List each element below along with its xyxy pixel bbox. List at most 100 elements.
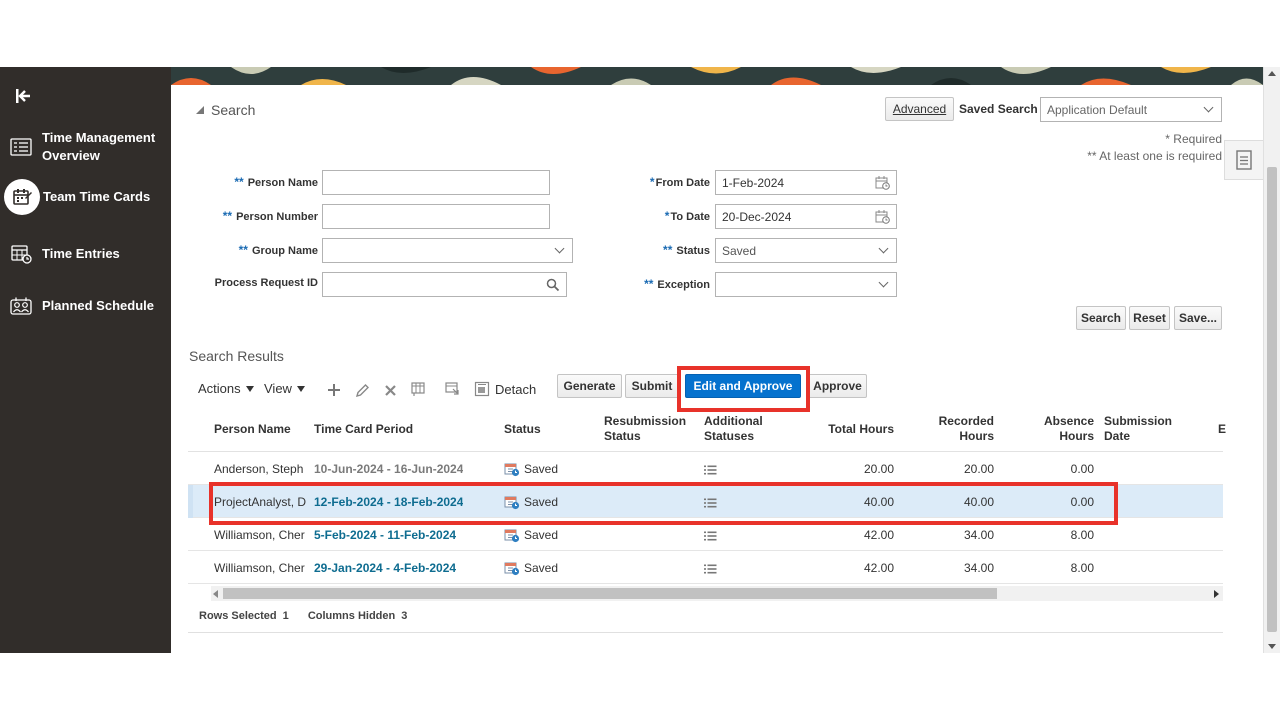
view-label: View <box>264 381 292 396</box>
cell-person-name: Williamson, Cher <box>214 527 305 542</box>
col-resubmission-status[interactable]: Resubmission Status <box>604 414 686 444</box>
sidebar-item-time-entries[interactable]: Time Entries <box>0 243 171 265</box>
sidebar-item-time-management-overview[interactable]: Time Management Overview <box>0 129 171 165</box>
search-section-toggle[interactable]: Search <box>195 102 255 118</box>
col-absence-hours[interactable]: Absence Hours <box>1004 414 1094 444</box>
process-request-id-label: Process Request ID <box>214 277 318 289</box>
cell-recorded-hours: 34.00 <box>963 527 994 542</box>
rows-selected-label: Rows Selected <box>199 610 277 622</box>
additional-statuses-list-icon[interactable] <box>704 518 717 551</box>
from-date-input[interactable]: 1-Feb-2024 <box>715 170 897 195</box>
columns-hidden-value: 3 <box>401 610 408 622</box>
cell-total-hours: 40.00 <box>863 494 894 509</box>
document-icon <box>1236 150 1252 170</box>
table-footer-info: Rows Selected 1 Columns Hidden 3 <box>199 610 423 622</box>
vertical-scroll-thumb[interactable] <box>1267 167 1277 632</box>
additional-statuses-list-icon[interactable] <box>704 452 717 485</box>
scroll-right-icon[interactable] <box>1214 590 1219 598</box>
submit-button[interactable]: Submit <box>625 374 679 398</box>
sidebar-item-label: Time Management Overview <box>42 130 156 163</box>
search-button[interactable]: Search <box>1076 306 1126 330</box>
columns-hidden-label: Columns Hidden <box>307 610 396 622</box>
exception-select[interactable] <box>715 272 897 297</box>
cell-time-card-period[interactable]: 29-Jan-2024 - 4-Feb-2024 <box>314 551 456 584</box>
group-name-select[interactable] <box>322 238 573 263</box>
advanced-button[interactable]: Advanced <box>885 97 954 121</box>
cell-person-name: Anderson, Steph <box>214 461 304 476</box>
app-window: Time Management Overview Team Time Cards… <box>0 67 1280 653</box>
col-additional-statuses[interactable]: Additional Statuses <box>704 414 763 444</box>
time-card-status-icon <box>504 494 520 510</box>
saved-search-label: Saved Search <box>959 102 1038 116</box>
save-search-button[interactable]: Save... <box>1174 306 1222 330</box>
time-entries-icon <box>9 243 33 265</box>
view-menu[interactable]: View <box>264 381 305 396</box>
scroll-left-icon[interactable] <box>213 590 218 598</box>
col-total-hours[interactable]: Total Hours <box>804 422 894 437</box>
reset-button[interactable]: Reset <box>1129 306 1170 330</box>
to-date-input[interactable]: 20-Dec-2024 <box>715 204 897 229</box>
cell-time-card-period[interactable]: 5-Feb-2024 - 11-Feb-2024 <box>314 518 456 551</box>
person-name-label: ** Person Name <box>234 175 318 189</box>
side-panel-tab[interactable] <box>1224 140 1263 180</box>
status-select[interactable]: Saved <box>715 238 897 263</box>
sidebar-item-planned-schedule[interactable]: Planned Schedule <box>0 295 171 317</box>
sidebar-item-team-time-cards[interactable]: Team Time Cards <box>0 179 171 215</box>
horizontal-scrollbar[interactable] <box>211 586 1223 601</box>
chevron-down-icon <box>878 277 889 288</box>
edit-and-approve-button[interactable]: Edit and Approve <box>685 374 801 398</box>
col-extra[interactable]: E <box>1218 422 1226 437</box>
delete-x-icon[interactable] <box>381 381 399 399</box>
table-row[interactable]: Williamson, Cher 5-Feb-2024 - 11-Feb-202… <box>188 518 1223 551</box>
detach-icon <box>474 381 490 397</box>
approve-button[interactable]: Approve <box>808 374 867 398</box>
col-submission-date[interactable]: Submission Date <box>1104 414 1172 444</box>
calendar-icon[interactable] <box>875 175 890 190</box>
detach-label: Detach <box>495 381 537 397</box>
overview-icon <box>9 136 33 158</box>
collapse-triangle-icon <box>196 106 204 114</box>
vertical-scrollbar[interactable] <box>1263 67 1280 653</box>
col-person-name[interactable]: Person Name <box>214 422 291 437</box>
process-request-id-input[interactable] <box>322 272 567 297</box>
additional-statuses-list-icon[interactable] <box>704 485 717 518</box>
saved-search-select[interactable]: Application Default <box>1040 97 1222 122</box>
additional-statuses-list-icon[interactable] <box>704 551 717 584</box>
person-number-input[interactable] <box>322 204 550 229</box>
cell-status: Saved <box>504 452 558 485</box>
cell-absence-hours: 8.00 <box>1070 527 1094 542</box>
detach-button[interactable]: Detach <box>474 381 536 397</box>
cell-absence-hours: 0.00 <box>1070 494 1094 509</box>
chevron-down-icon <box>878 243 889 254</box>
table-row-selected[interactable]: ProjectAnalyst, D 12-Feb-2024 - 18-Feb-2… <box>188 485 1223 518</box>
cell-status: Saved <box>504 485 558 518</box>
search-icon[interactable] <box>546 278 560 292</box>
scroll-down-icon[interactable] <box>1268 644 1276 649</box>
horizontal-scroll-thumb[interactable] <box>223 588 997 599</box>
at-least-one-note: ** At least one is required <box>1087 149 1222 163</box>
table-row[interactable]: Williamson, Cher 29-Jan-2024 - 4-Feb-202… <box>188 551 1223 584</box>
cell-recorded-hours: 40.00 <box>963 494 994 509</box>
col-time-card-period[interactable]: Time Card Period <box>314 422 413 437</box>
add-icon[interactable] <box>325 381 343 399</box>
edit-pencil-icon[interactable] <box>353 381 371 399</box>
group-name-label: ** Group Name <box>238 243 318 257</box>
footer-divider <box>188 632 1223 633</box>
cell-time-card-period[interactable]: 12-Feb-2024 - 18-Feb-2024 <box>314 485 463 518</box>
cell-time-card-period[interactable]: 10-Jun-2024 - 16-Jun-2024 <box>314 452 463 485</box>
collapse-sidebar-icon[interactable] <box>14 87 34 105</box>
calendar-icon[interactable] <box>875 209 890 224</box>
caret-down-icon <box>245 385 254 392</box>
rows-selected-value: 1 <box>282 610 289 622</box>
freeze-columns-icon[interactable] <box>409 380 427 398</box>
wrap-icon[interactable] <box>443 380 461 398</box>
actions-label: Actions <box>198 381 241 396</box>
person-name-input[interactable] <box>322 170 550 195</box>
scroll-up-icon[interactable] <box>1268 71 1276 76</box>
actions-menu[interactable]: Actions <box>198 381 254 396</box>
col-recorded-hours[interactable]: Recorded Hours <box>904 414 994 444</box>
table-row[interactable]: Anderson, Steph 10-Jun-2024 - 16-Jun-202… <box>188 452 1223 485</box>
person-number-label: ** Person Number <box>222 209 318 223</box>
col-status[interactable]: Status <box>504 422 541 437</box>
generate-button[interactable]: Generate <box>557 374 622 398</box>
